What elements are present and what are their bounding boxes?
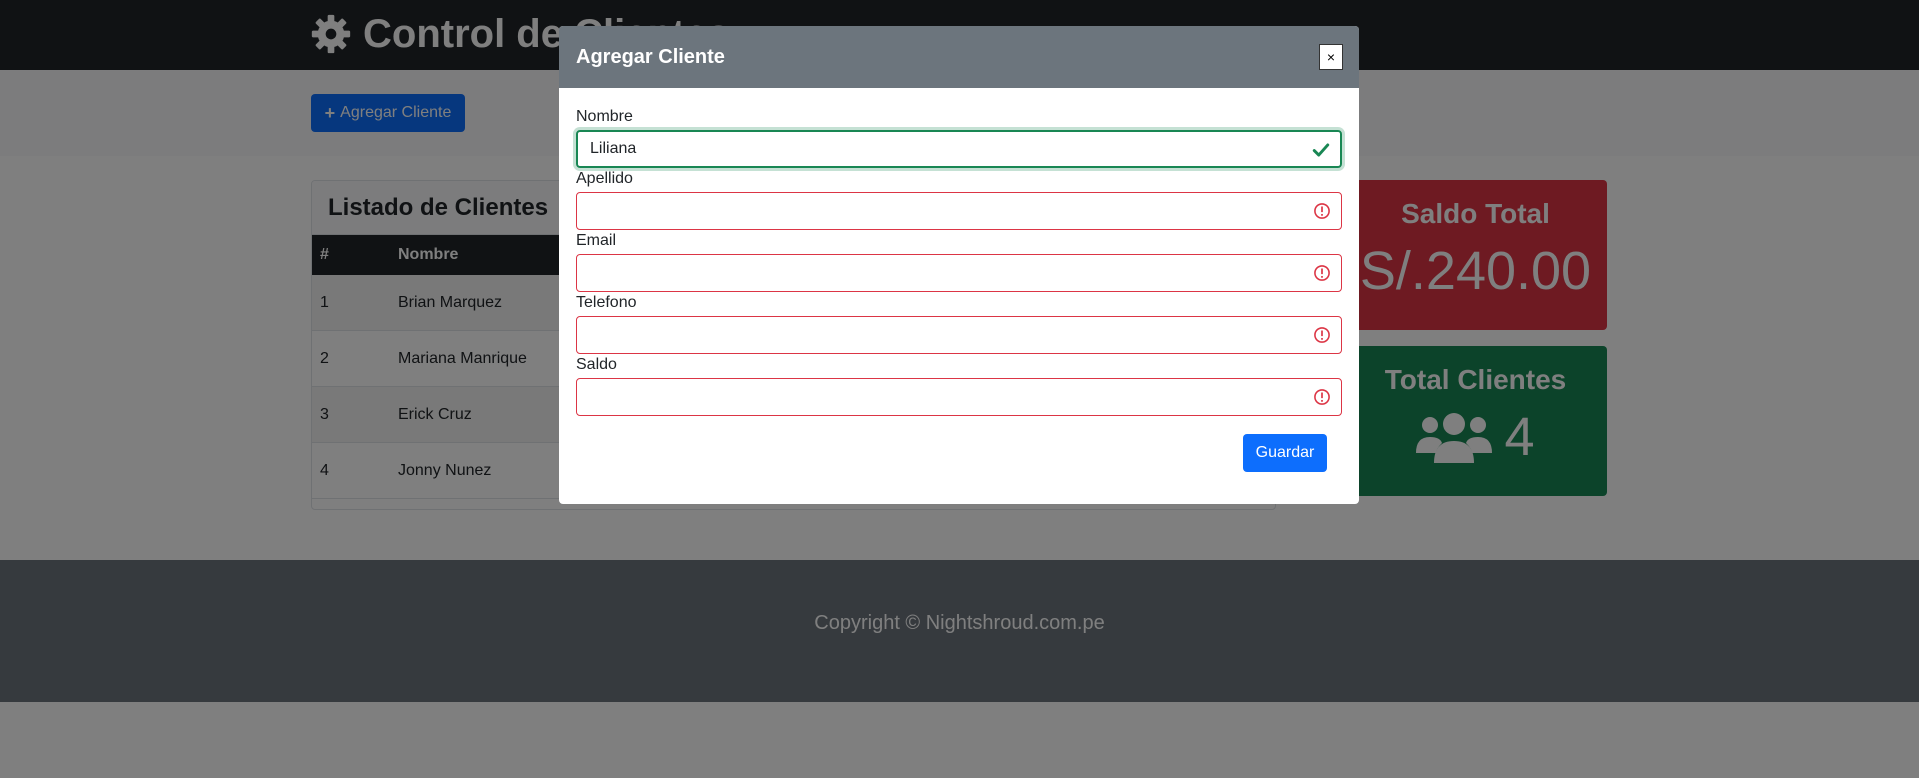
email-input[interactable] — [577, 255, 1277, 291]
saldo-input[interactable] — [577, 379, 1277, 415]
telefono-input[interactable] — [577, 317, 1277, 353]
exclamation-circle-icon — [1314, 327, 1330, 343]
telefono-label: Telefono — [576, 294, 637, 311]
email-label: Email — [576, 232, 617, 249]
check-icon — [1312, 143, 1330, 157]
apellido-field-wrapper — [576, 192, 1342, 230]
telefono-field-wrapper — [576, 316, 1342, 354]
email-field-wrapper — [576, 254, 1342, 292]
apellido-input[interactable] — [577, 193, 1277, 229]
exclamation-circle-icon — [1314, 389, 1330, 405]
nombre-field-wrapper — [576, 130, 1342, 168]
saldo-field-wrapper — [576, 378, 1342, 416]
add-client-modal: Agregar Cliente × Nombre Apellido Email … — [559, 26, 1359, 504]
nombre-label: Nombre — [576, 108, 633, 125]
modal-header: Agregar Cliente × — [559, 26, 1359, 88]
save-button[interactable]: Guardar — [1243, 434, 1327, 472]
exclamation-circle-icon — [1314, 203, 1330, 219]
modal-title: Agregar Cliente — [576, 46, 725, 68]
apellido-label: Apellido — [576, 170, 633, 187]
exclamation-circle-icon — [1314, 265, 1330, 281]
nombre-input[interactable] — [578, 132, 1278, 166]
modal-close-button[interactable]: × — [1319, 44, 1343, 70]
saldo-label: Saldo — [576, 356, 617, 373]
